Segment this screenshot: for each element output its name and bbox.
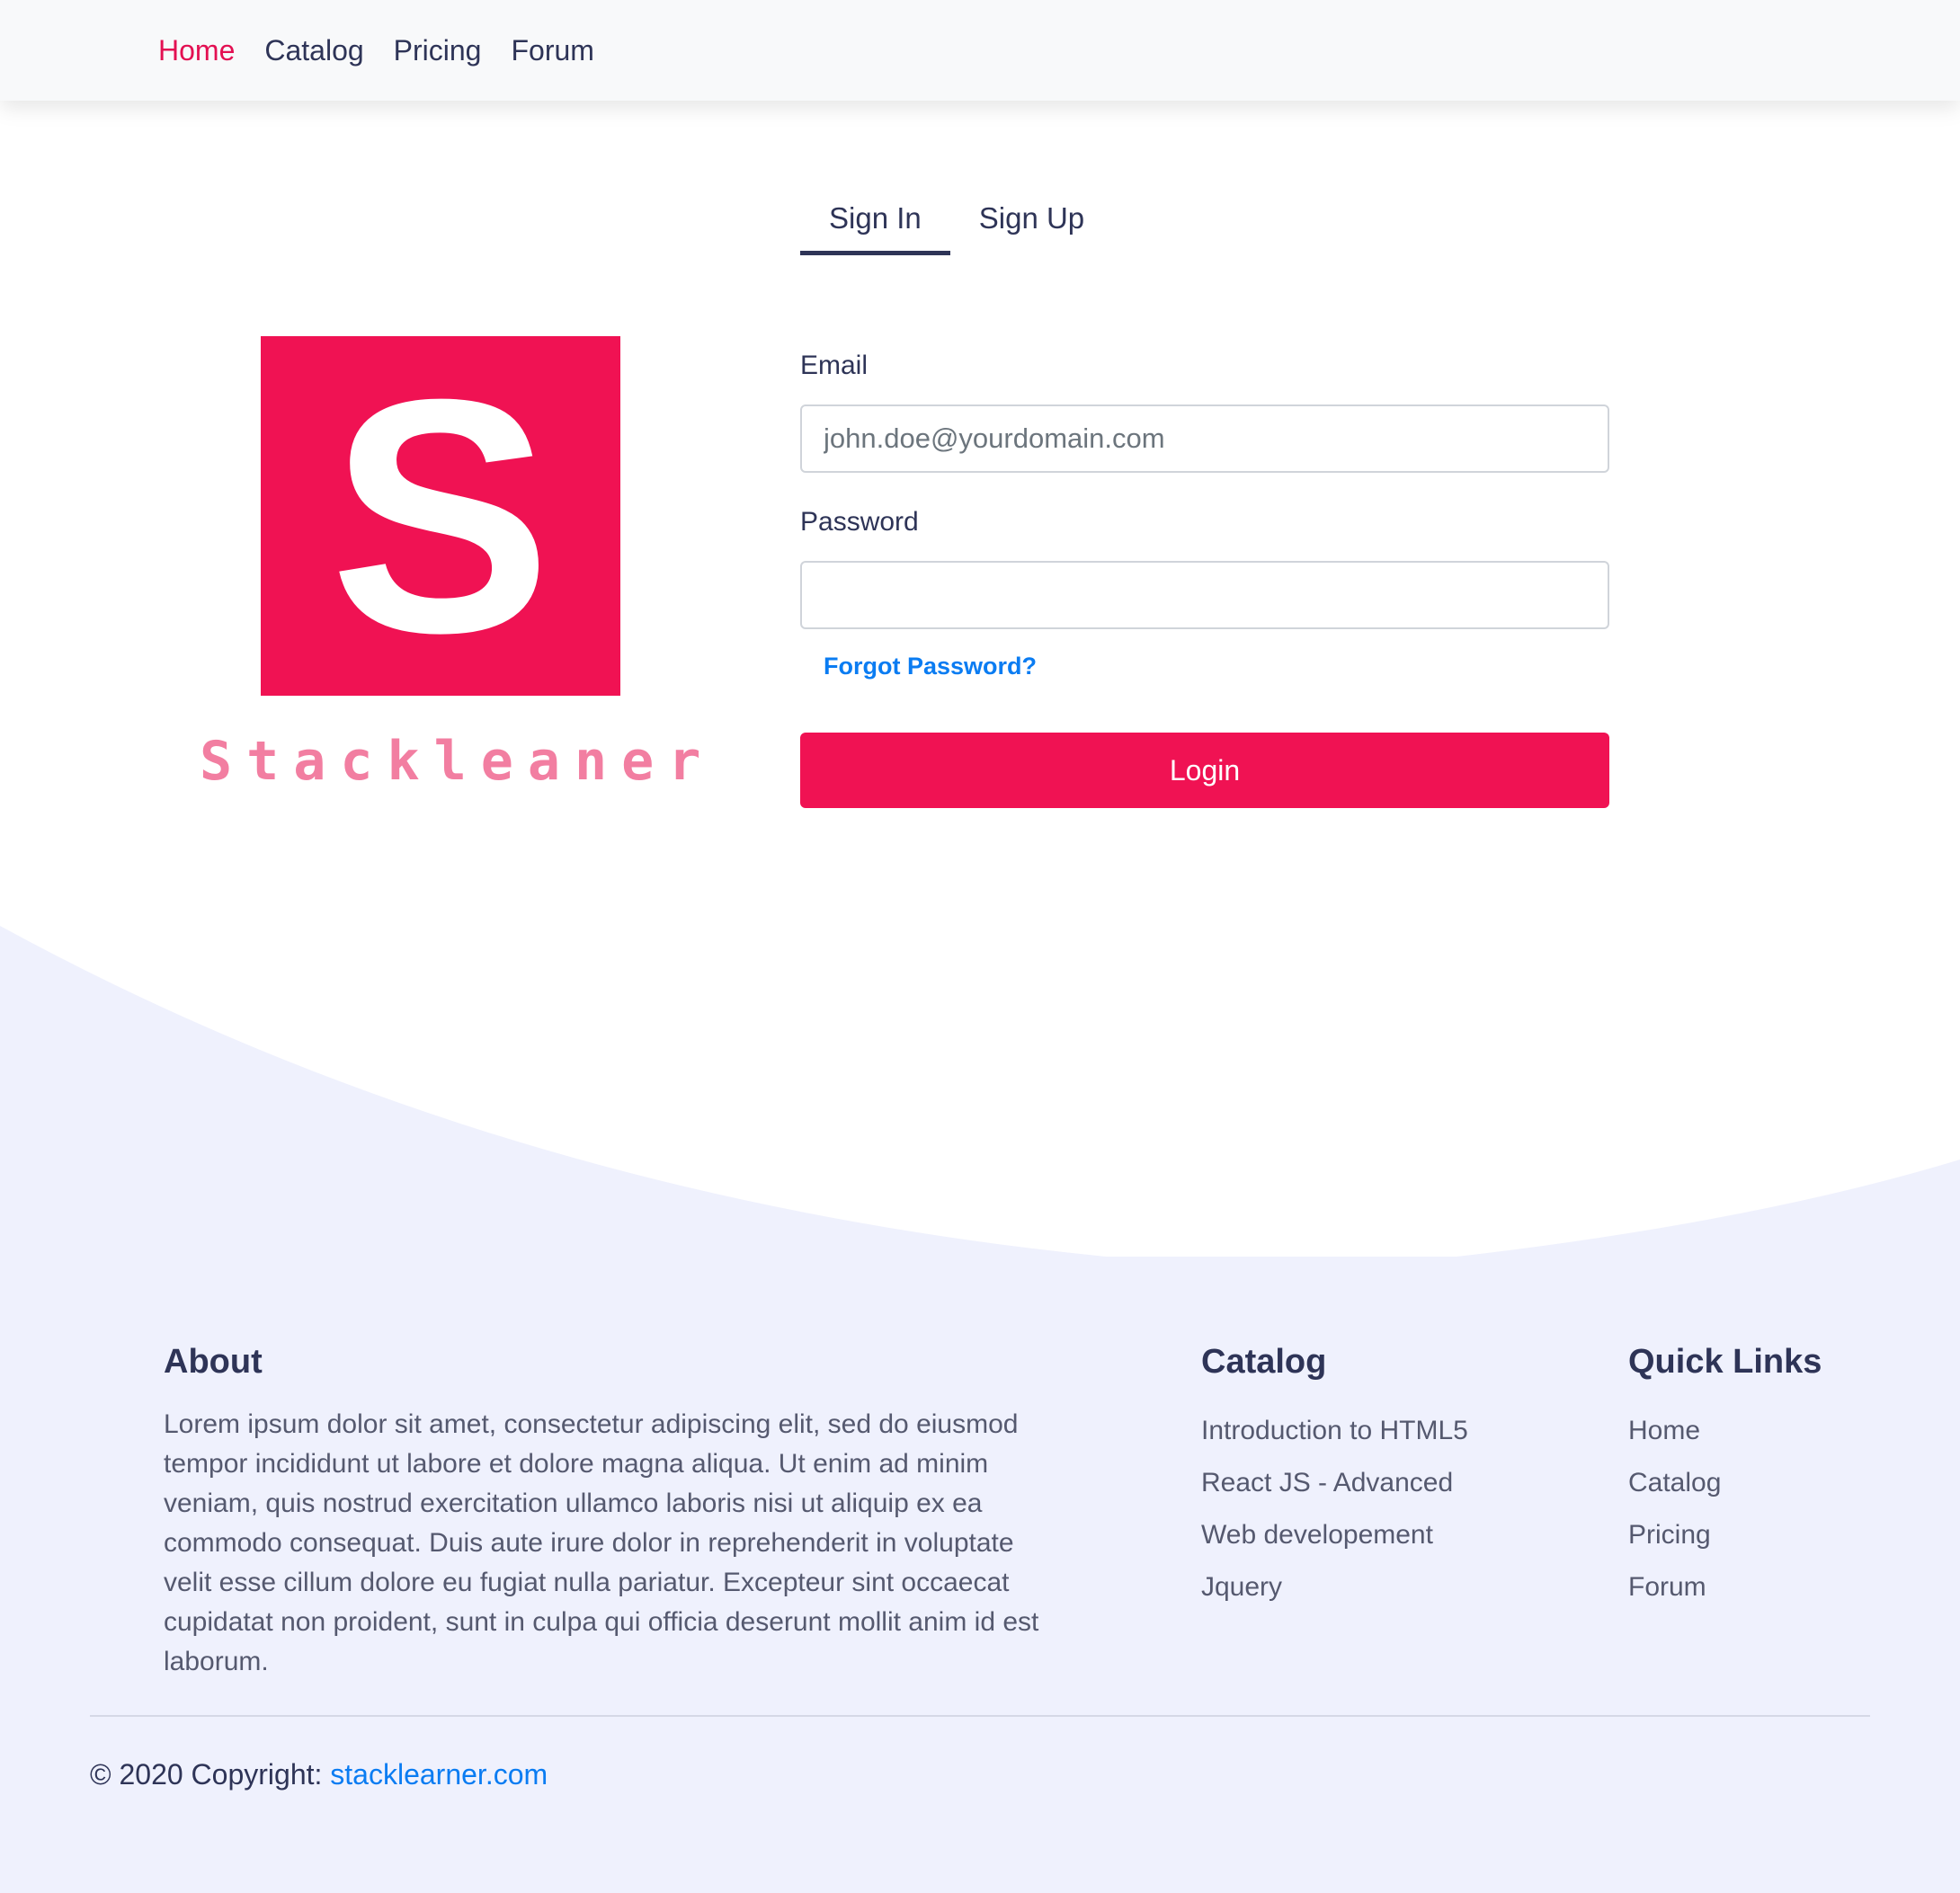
- brand-name: Stackleaner: [200, 730, 716, 793]
- footer-about: About Lorem ipsum dolor sit amet, consec…: [164, 1343, 1063, 1682]
- logo-letter: S: [330, 336, 552, 696]
- tab-sign-up[interactable]: Sign Up: [950, 193, 1113, 251]
- footer-divider: [90, 1715, 1870, 1717]
- footer-quick-links-title: Quick Links: [1628, 1343, 1822, 1381]
- footer-about-text: Lorem ipsum dolor sit amet, consectetur …: [164, 1409, 1039, 1676]
- footer-catalog: Catalog Introduction to HTML5 React JS -…: [1201, 1343, 1468, 1613]
- footer-catalog-item[interactable]: React JS - Advanced: [1201, 1457, 1468, 1509]
- forgot-password-link[interactable]: Forgot Password?: [824, 653, 1037, 680]
- footer-about-title: About: [164, 1343, 263, 1381]
- copyright: © 2020 Copyright: stacklearner.com: [90, 1758, 548, 1791]
- auth-tabs: Sign In Sign Up: [800, 193, 1113, 255]
- nav-links: Home Catalog Pricing Forum: [158, 0, 594, 101]
- nav-link-pricing[interactable]: Pricing: [394, 34, 482, 67]
- login-button[interactable]: Login: [800, 733, 1609, 808]
- password-input[interactable]: [800, 561, 1609, 629]
- footer-quick-links: Quick Links Home Catalog Pricing Forum: [1628, 1343, 1822, 1613]
- copyright-link[interactable]: stacklearner.com: [330, 1758, 548, 1791]
- footer-catalog-item[interactable]: Jquery: [1201, 1561, 1468, 1613]
- footer-quick-links-list: Home Catalog Pricing Forum: [1628, 1405, 1822, 1613]
- footer-link-catalog[interactable]: Catalog: [1628, 1457, 1822, 1509]
- footer-catalog-title: Catalog: [1201, 1343, 1327, 1381]
- nav-link-catalog[interactable]: Catalog: [264, 34, 363, 67]
- footer-link-forum[interactable]: Forum: [1628, 1561, 1822, 1613]
- nav-link-forum[interactable]: Forum: [511, 34, 593, 67]
- footer-catalog-item[interactable]: Introduction to HTML5: [1201, 1405, 1468, 1457]
- brand-logo: S: [261, 336, 620, 696]
- email-input[interactable]: [800, 404, 1609, 473]
- nav-link-home[interactable]: Home: [158, 34, 235, 67]
- login-form: Email Password Forgot Password? Login: [800, 351, 1609, 808]
- tab-sign-in[interactable]: Sign In: [800, 193, 950, 255]
- copyright-text: © 2020 Copyright:: [90, 1758, 323, 1791]
- email-label: Email: [800, 351, 869, 380]
- footer-link-home[interactable]: Home: [1628, 1405, 1822, 1457]
- footer-catalog-item[interactable]: Web developement: [1201, 1509, 1468, 1561]
- top-navbar: Home Catalog Pricing Forum: [0, 0, 1960, 101]
- footer-link-pricing[interactable]: Pricing: [1628, 1509, 1822, 1561]
- password-label: Password: [800, 507, 919, 537]
- footer-catalog-list: Introduction to HTML5 React JS - Advance…: [1201, 1405, 1468, 1613]
